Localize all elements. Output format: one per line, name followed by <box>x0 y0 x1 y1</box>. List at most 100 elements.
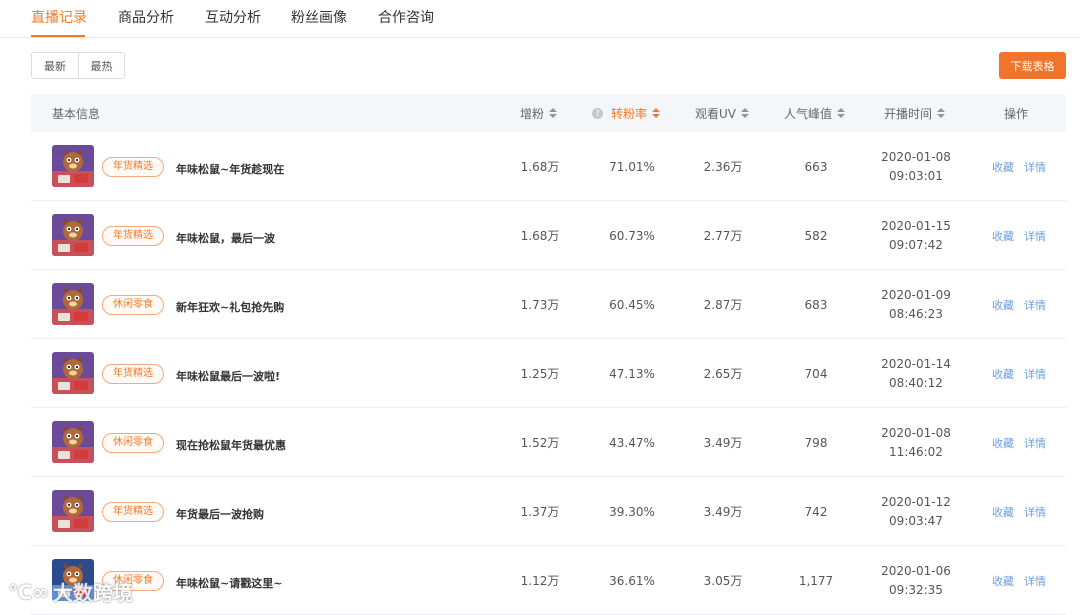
start-time-value: 2020-01-15 09:07:42 <box>869 201 963 270</box>
peak-popularity-value: 798 <box>804 435 828 450</box>
col-fans-gain[interactable]: 增粉 <box>520 94 558 132</box>
peak-popularity-value: 663 <box>804 159 828 174</box>
tab-fan-profile[interactable]: 粉丝画像 <box>291 7 347 27</box>
start-clock: 08:46:23 <box>889 306 943 321</box>
live-title[interactable]: 现在抢松鼠年货最优惠 <box>176 437 286 453</box>
detail-link[interactable]: 详情 <box>1024 435 1046 451</box>
tab-product-analysis[interactable]: 商品分析 <box>118 7 174 27</box>
table-row: 年货精选 年味松鼠最后一波啦! 1.25万 47.13% 2.65万 704 2020-01… <box>31 339 1066 408</box>
table-row: 休闲零食 新年狂欢~礼包抢先购 1.73万 60.45% 2.87万 683 2020-01… <box>31 270 1066 339</box>
category-tag: 年货精选 <box>102 364 164 384</box>
live-title[interactable]: 年味松鼠~年货趁现在 <box>176 161 284 177</box>
peak-popularity-value: 1,177 <box>798 573 834 588</box>
category-tag: 休闲零食 <box>102 295 164 315</box>
start-time-value: 2020-01-14 08:40:12 <box>869 339 963 408</box>
start-date: 2020-01-08 <box>881 149 951 164</box>
col-viewers-uv[interactable]: 观看UV <box>695 94 749 132</box>
live-title[interactable]: 年味松鼠~请戳这里~ <box>176 575 282 591</box>
col-basic-info: 基本信息 <box>52 106 101 121</box>
col-conversion-rate[interactable]: ? 转粉率 <box>592 94 661 132</box>
sort-icon[interactable] <box>741 108 749 118</box>
live-title[interactable]: 新年狂欢~礼包抢先购 <box>176 299 284 315</box>
fans-gain-value: 1.37万 <box>520 505 560 519</box>
tab-interaction-analysis[interactable]: 互动分析 <box>205 7 261 27</box>
start-date: 2020-01-12 <box>881 494 951 509</box>
detail-link[interactable]: 详情 <box>1024 297 1046 313</box>
sort-toggle-group: 最新 最热 <box>31 52 125 79</box>
table-row: 年货精选 年货最后一波抢购 1.37万 39.30% 3.49万 742 2020-01-1… <box>31 477 1066 546</box>
sort-hottest-button[interactable]: 最热 <box>78 53 124 78</box>
table-row: 年货精选 年味松鼠~年货趁现在 1.68万 71.01% 2.36万 663 2020-01… <box>31 132 1066 201</box>
col-peak-popularity[interactable]: 人气峰值 <box>784 94 846 132</box>
favorite-link[interactable]: 收藏 <box>992 297 1014 313</box>
conversion-rate-value: 60.73% <box>609 228 655 243</box>
table-row: 休闲零食 现在抢松鼠年货最优惠 1.52万 43.47% 3.49万 798 2020-01… <box>31 408 1066 477</box>
detail-link[interactable]: 详情 <box>1024 504 1046 520</box>
start-clock: 09:03:01 <box>889 168 943 183</box>
favorite-link[interactable]: 收藏 <box>992 159 1014 175</box>
live-title[interactable]: 年味松鼠，最后一波 <box>176 230 275 246</box>
detail-link[interactable]: 详情 <box>1024 159 1046 175</box>
favorite-link[interactable]: 收藏 <box>992 573 1014 589</box>
sort-icon[interactable] <box>652 108 661 118</box>
start-clock: 09:03:47 <box>889 513 943 528</box>
start-date: 2020-01-14 <box>881 356 951 371</box>
sort-icon[interactable] <box>837 108 846 118</box>
start-clock: 09:07:42 <box>889 237 943 252</box>
tab-live-records[interactable]: 直播记录 <box>31 7 87 27</box>
table-row: 年货精选 年味松鼠，最后一波 1.68万 60.73% 2.77万 582 2020-01-… <box>31 201 1066 270</box>
live-cover-thumbnail[interactable] <box>52 214 94 256</box>
live-title[interactable]: 年货最后一波抢购 <box>176 506 264 522</box>
peak-popularity-value: 683 <box>804 297 828 312</box>
live-cover-thumbnail[interactable] <box>52 352 94 394</box>
start-time-value: 2020-01-12 09:03:47 <box>869 477 963 546</box>
start-date: 2020-01-09 <box>881 287 951 302</box>
peak-popularity-value: 582 <box>804 228 828 243</box>
fans-gain-value: 1.73万 <box>520 298 560 312</box>
download-table-button[interactable]: 下载表格 <box>999 52 1066 79</box>
start-date: 2020-01-15 <box>881 218 951 233</box>
conversion-rate-value: 47.13% <box>609 366 655 381</box>
fans-gain-value: 1.68万 <box>520 229 560 243</box>
conversion-rate-value: 39.30% <box>609 504 655 519</box>
tab-bar: 直播记录 商品分析 互动分析 粉丝画像 合作咨询 <box>0 0 1080 38</box>
viewers-uv-value: 3.49万 <box>703 505 743 519</box>
live-cover-thumbnail[interactable] <box>52 490 94 532</box>
favorite-link[interactable]: 收藏 <box>992 504 1014 520</box>
start-time-value: 2020-01-08 11:46:02 <box>869 408 963 477</box>
conversion-rate-value: 60.45% <box>609 297 655 312</box>
sort-icon[interactable] <box>937 108 946 118</box>
favorite-link[interactable]: 收藏 <box>992 228 1014 244</box>
start-clock: 11:46:02 <box>889 444 943 459</box>
viewers-uv-value: 3.05万 <box>703 574 743 588</box>
live-title[interactable]: 年味松鼠最后一波啦! <box>176 368 280 384</box>
viewers-uv-value: 2.87万 <box>703 298 743 312</box>
category-tag: 年货精选 <box>102 226 164 246</box>
start-date: 2020-01-06 <box>881 563 951 578</box>
col-actions: 操作 <box>1004 106 1029 121</box>
live-cover-thumbnail[interactable] <box>52 145 94 187</box>
viewers-uv-value: 2.36万 <box>703 160 743 174</box>
start-time-value: 2020-01-06 09:32:35 <box>869 546 963 615</box>
info-icon[interactable]: ? <box>592 107 603 119</box>
tab-cooperation[interactable]: 合作咨询 <box>378 7 434 27</box>
viewers-uv-value: 2.77万 <box>703 229 743 243</box>
sort-icon[interactable] <box>549 108 558 118</box>
detail-link[interactable]: 详情 <box>1024 573 1046 589</box>
sort-latest-button[interactable]: 最新 <box>32 53 78 78</box>
viewers-uv-value: 2.65万 <box>703 367 743 381</box>
conversion-rate-value: 71.01% <box>609 159 655 174</box>
favorite-link[interactable]: 收藏 <box>992 435 1014 451</box>
detail-link[interactable]: 详情 <box>1024 228 1046 244</box>
viewers-uv-value: 3.49万 <box>703 436 743 450</box>
start-time-value: 2020-01-09 08:46:23 <box>869 270 963 339</box>
category-tag: 休闲零食 <box>102 433 164 453</box>
detail-link[interactable]: 详情 <box>1024 366 1046 382</box>
category-tag: 年货精选 <box>102 502 164 522</box>
live-cover-thumbnail[interactable] <box>52 421 94 463</box>
favorite-link[interactable]: 收藏 <box>992 366 1014 382</box>
conversion-rate-value: 36.61% <box>609 573 655 588</box>
col-start-time[interactable]: 开播时间 <box>884 94 946 132</box>
fans-gain-value: 1.52万 <box>520 436 560 450</box>
live-cover-thumbnail[interactable] <box>52 283 94 325</box>
